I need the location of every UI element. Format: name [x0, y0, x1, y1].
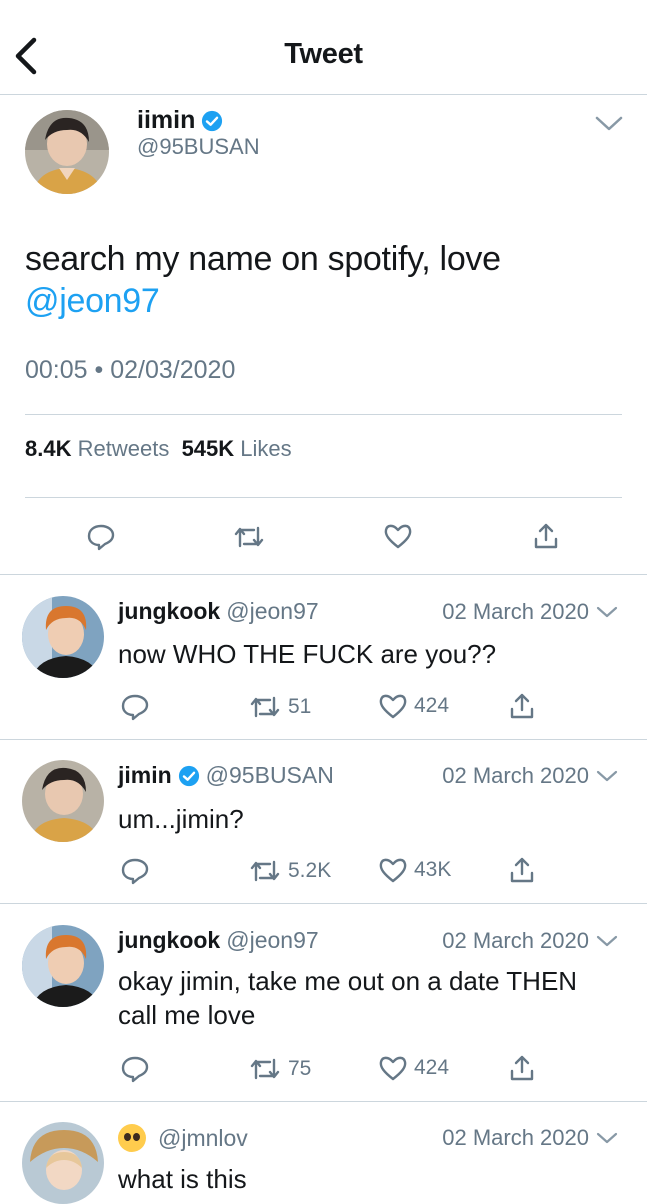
like-button[interactable]: 43K — [378, 856, 451, 884]
author-name: jimin — [118, 762, 172, 788]
reply-icon — [121, 1056, 149, 1083]
author-name: jungkook — [118, 598, 221, 624]
author-handle[interactable]: @95BUSAN — [137, 134, 260, 160]
pleading-face-emoji-icon — [118, 1124, 146, 1152]
reply-text: what is this — [118, 1164, 247, 1194]
divider — [0, 903, 647, 904]
chevron-down-icon[interactable] — [595, 933, 619, 949]
chevron-down-icon[interactable] — [595, 604, 619, 620]
share-button[interactable] — [508, 855, 536, 885]
retweet-icon — [234, 526, 264, 548]
like-button[interactable]: 424 — [378, 1054, 449, 1082]
divider — [0, 739, 647, 740]
header-divider — [0, 94, 647, 95]
divider — [25, 497, 622, 498]
share-icon — [510, 857, 534, 883]
retweet-count: 51 — [288, 695, 312, 718]
reply-date: 02 March 2020 — [442, 928, 619, 954]
reply-author[interactable]: @jmnlov — [118, 1124, 248, 1152]
retweets-stat[interactable]: 8.4K Retweets — [25, 436, 169, 461]
reply-date: 02 March 2020 — [442, 763, 619, 789]
reply-icon — [121, 858, 149, 885]
reply-author[interactable]: jimin @95BUSAN — [118, 762, 334, 789]
like-icon — [379, 694, 407, 719]
share-button[interactable] — [532, 521, 560, 551]
like-count: 424 — [414, 1056, 450, 1079]
like-icon — [384, 524, 412, 549]
mention-link[interactable]: @jeon97 — [25, 280, 501, 322]
tweet-stats: 8.4K Retweets 545K Likes — [25, 436, 292, 462]
retweet-button[interactable] — [232, 522, 266, 552]
chevron-down-icon — [595, 116, 623, 131]
verified-badge-icon — [202, 110, 223, 131]
reply-text: now WHO THE FUCK are you?? — [118, 639, 497, 669]
tweet-timestamp: 00:05 • 02/03/2020 — [25, 356, 236, 384]
reply-date: 02 March 2020 — [442, 1125, 619, 1151]
share-icon — [534, 523, 558, 549]
retweet-count: 5.2K — [288, 859, 332, 882]
retweet-icon — [250, 860, 280, 882]
reply-button[interactable] — [120, 692, 150, 722]
author-handle: @jmnlov — [158, 1124, 248, 1151]
avatar[interactable] — [22, 1122, 104, 1204]
share-icon — [510, 693, 534, 719]
like-count: 43K — [414, 858, 452, 881]
retweet-button[interactable]: 5.2K — [248, 856, 331, 886]
retweet-count: 75 — [288, 1057, 312, 1080]
author-name: jungkook — [118, 927, 221, 953]
like-icon — [379, 1056, 407, 1081]
reply-button[interactable] — [120, 1054, 150, 1084]
reply-button[interactable] — [86, 522, 116, 552]
avatar[interactable] — [22, 925, 104, 1007]
likes-stat[interactable]: 545K Likes — [182, 436, 292, 461]
divider — [0, 1101, 647, 1102]
reply-author[interactable]: jungkook @jeon97 — [118, 598, 319, 625]
author-handle: @jeon97 — [226, 927, 319, 953]
retweet-icon — [250, 1058, 280, 1080]
like-icon — [379, 858, 407, 883]
like-button[interactable]: 424 — [378, 692, 449, 720]
reply-icon — [87, 524, 115, 551]
verified-badge-icon — [178, 765, 199, 786]
reply-date: 02 March 2020 — [442, 599, 619, 625]
like-count: 424 — [414, 694, 450, 717]
reply-text: um...jimin? — [118, 804, 244, 834]
avatar[interactable] — [22, 760, 104, 842]
divider — [0, 574, 647, 575]
retweet-icon — [250, 696, 280, 718]
tweet-text: search my name on spotify, love @jeon97 — [25, 240, 501, 322]
reply-text: okay jimin, take me out on a date THEN c… — [118, 966, 578, 1030]
share-button[interactable] — [508, 691, 536, 721]
divider — [25, 414, 622, 415]
avatar[interactable] — [25, 110, 109, 194]
share-button[interactable] — [508, 1053, 536, 1083]
retweet-button[interactable]: 51 — [248, 692, 311, 722]
reply-author[interactable]: jungkook @jeon97 — [118, 927, 319, 954]
author-handle: @95BUSAN — [205, 762, 334, 788]
chevron-down-icon[interactable] — [595, 768, 619, 784]
author-name[interactable]: iimin — [137, 106, 223, 135]
like-button[interactable] — [383, 522, 413, 550]
tweet-menu-button[interactable] — [594, 114, 624, 134]
reply-icon — [121, 694, 149, 721]
reply-button[interactable] — [120, 856, 150, 886]
page-title: Tweet — [284, 38, 363, 70]
author-handle: @jeon97 — [226, 598, 319, 624]
chevron-down-icon[interactable] — [595, 1130, 619, 1146]
retweet-button[interactable]: 75 — [248, 1054, 311, 1084]
share-icon — [510, 1055, 534, 1081]
avatar[interactable] — [22, 596, 104, 678]
